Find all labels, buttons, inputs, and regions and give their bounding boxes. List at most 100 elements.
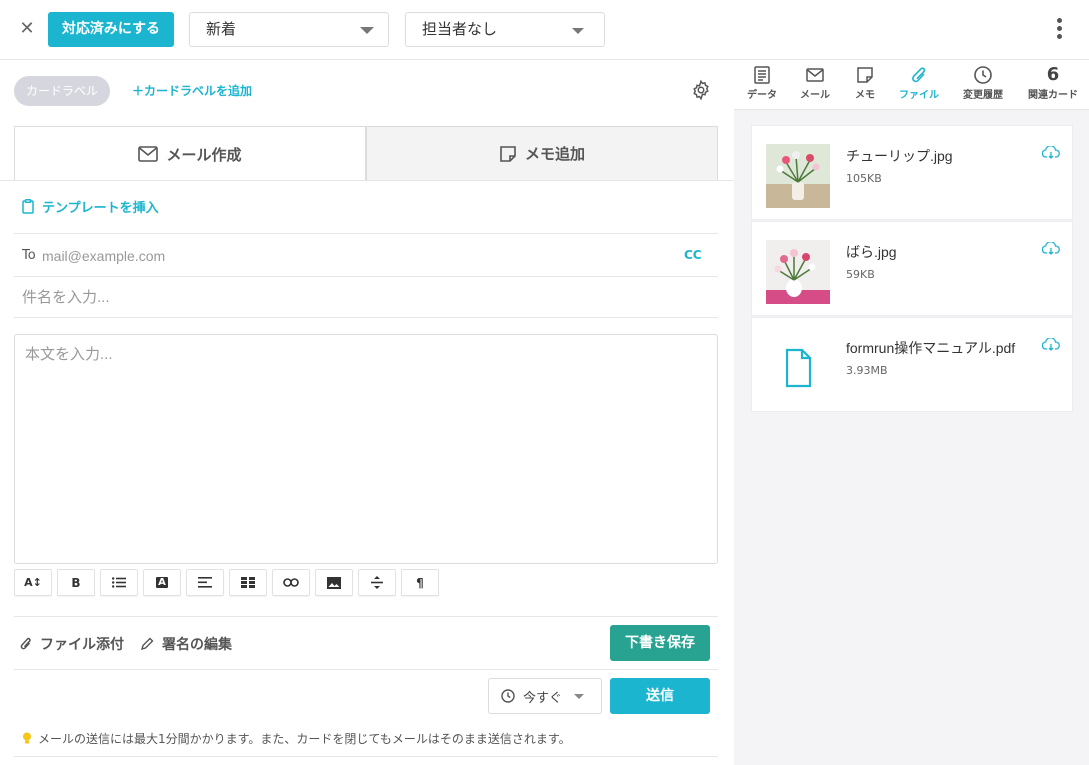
cloud-download-icon[interactable] [1042,338,1060,352]
add-card-label-link[interactable]: ＋カードラベルを追加 [132,82,252,99]
sidebar-panel: データ メール メモ ファイル 変更履歴 6 関連カード チューリップ.jpg … [734,60,1089,765]
image-icon [327,576,341,589]
mail-icon [138,146,159,162]
to-label: To [22,248,36,263]
font-size-button[interactable]: A↕ [14,569,52,596]
sidebar-tab-files[interactable]: ファイル [891,64,947,108]
cloud-download-icon[interactable] [1042,242,1060,256]
send-notice: メールの送信には最大1分間かかります。また、カードを閉じてもメールはそのまま送信… [22,730,571,747]
table-button[interactable] [229,569,267,596]
text-color-icon: A [156,577,168,588]
sidebar-tab-data[interactable]: データ [734,64,790,108]
sidebar-tab-label: 関連カード [1028,90,1078,101]
send-button[interactable]: 送信 [610,678,710,714]
gear-icon[interactable] [690,79,712,101]
rose-thumbnail [766,240,830,304]
file-name: ばら.jpg [846,244,897,260]
table-icon [241,577,255,588]
file-size: 105KB [846,172,882,185]
file-item[interactable]: formrun操作マニュアル.pdf 3.93MB [751,317,1073,412]
insert-template-link[interactable]: テンプレートを挿入 [22,197,159,216]
list-button[interactable] [100,569,138,596]
assignee-select-value: 担当者なし [422,20,498,38]
sidebar-tab-memo[interactable]: メモ [837,64,893,108]
send-notice-text: メールの送信には最大1分間かかります。また、カードを閉じてもメールはそのまま送信… [38,732,571,746]
editor-toolbar: A↕ B A ¶ [14,569,439,597]
file-size: 59KB [846,268,875,281]
clock-icon [501,689,515,703]
file-name: チューリップ.jpg [846,148,953,164]
divider [14,233,718,234]
divider [14,616,718,617]
chevron-down-icon [360,27,374,34]
compose-panel: カードラベル ＋カードラベルを追加 メール作成 メモ追加 テンプレートを挿入 T… [0,60,734,765]
tab-mail-label: メール作成 [166,145,242,164]
divider [14,276,718,277]
sidebar-tab-label: 変更履歴 [963,90,1003,101]
to-field[interactable] [42,244,642,268]
pencil-icon [140,637,154,651]
memo-icon [857,67,873,83]
chevron-down-icon [572,28,584,34]
mail-icon [806,68,824,82]
attach-file-link[interactable]: ファイル添付 [20,634,124,654]
sidebar-tab-label: メモ [855,90,875,101]
image-button[interactable] [315,569,353,596]
file-item[interactable]: チューリップ.jpg 105KB [751,125,1073,220]
cloud-download-icon[interactable] [1042,146,1060,160]
text-color-button[interactable]: A [143,569,181,596]
send-timing-value: 今すぐ [523,690,563,706]
file-name: formrun操作マニュアル.pdf [846,340,1016,356]
link-button[interactable] [272,569,310,596]
divider [14,317,718,318]
sidebar-tab-related-cards[interactable]: 6 関連カード [1024,64,1082,108]
chevron-down-icon [574,693,585,699]
bold-button[interactable]: B [57,569,95,596]
save-draft-button[interactable]: 下書き保存 [610,625,710,661]
sidebar-tab-history[interactable]: 変更履歴 [955,64,1011,108]
lightbulb-icon [23,732,31,744]
divider [14,669,718,670]
align-button[interactable] [186,569,224,596]
clock-icon [974,66,992,84]
card-label-badge[interactable]: カードラベル [14,76,110,106]
body-field[interactable] [14,334,718,564]
sidebar-tab-label: メール [800,90,830,101]
paragraph-button[interactable]: ¶ [401,569,439,596]
strikethrough-icon [371,576,383,589]
clipboard-icon [22,199,34,214]
file-size: 3.93MB [846,364,888,377]
cc-toggle[interactable]: CC [684,248,702,262]
top-bar: ✕ 対応済みにする 新着 担当者なし [0,0,1089,60]
sidebar-tab-mail[interactable]: メール [787,64,843,108]
edit-signature-label: 署名の編集 [162,637,232,653]
edit-signature-link[interactable]: 署名の編集 [140,634,232,654]
paperclip-icon [20,637,31,649]
related-cards-count: 6 [1046,64,1060,85]
memo-icon [500,145,516,162]
assignee-select[interactable]: 担当者なし [405,12,605,47]
subject-field[interactable] [22,285,702,309]
align-left-icon [198,577,212,588]
resolve-button[interactable]: 対応済みにする [48,12,174,47]
tab-memo-add[interactable]: メモ追加 [366,126,718,181]
more-menu-icon[interactable] [1052,16,1066,44]
paragraph-icon: ¶ [416,575,424,590]
sidebar-tab-label: ファイル [899,90,939,101]
font-size-icon: A↕ [24,576,42,589]
paperclip-icon [912,67,926,83]
close-icon[interactable]: ✕ [16,18,38,40]
send-timing-select[interactable]: 今すぐ [488,678,602,714]
link-icon [283,578,299,587]
strikethrough-button[interactable] [358,569,396,596]
tab-memo-label: メモ追加 [524,145,585,163]
tabs-divider [0,180,734,181]
status-select-value: 新着 [206,20,237,38]
divider [14,756,718,757]
tab-mail-compose[interactable]: メール作成 [14,126,366,181]
status-select[interactable]: 新着 [189,12,389,47]
tulip-thumbnail [766,144,830,208]
file-item[interactable]: ばら.jpg 59KB [751,221,1073,316]
bold-icon: B [71,575,81,590]
list-icon [112,577,126,588]
